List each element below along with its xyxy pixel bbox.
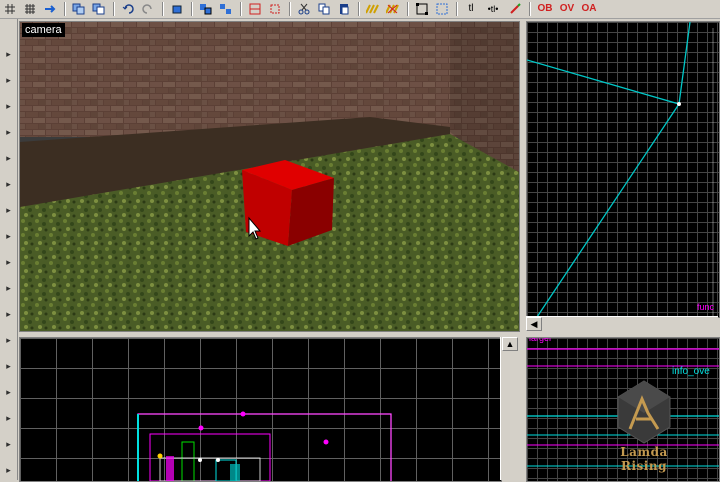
copy2-icon[interactable] <box>316 2 332 16</box>
tool-arrow-icon[interactable]: ▸ <box>3 309 14 320</box>
tl-button[interactable]: tl <box>463 2 479 16</box>
tool-arrow-icon[interactable]: ▸ <box>3 465 14 476</box>
logo-text: Lamda Rising <box>620 445 668 473</box>
paste2-icon[interactable] <box>336 2 352 16</box>
arrow-icon[interactable] <box>42 2 58 16</box>
bottom-left-2d-view[interactable] <box>19 337 502 482</box>
box-select-icon[interactable] <box>414 2 430 16</box>
toolbar-separator <box>289 2 290 16</box>
horizontal-scrollbar[interactable]: ◀ <box>526 316 718 331</box>
camera-viewport[interactable]: camera <box>19 21 520 332</box>
toolbar-separator <box>240 2 241 16</box>
hollow-icon[interactable] <box>385 2 401 16</box>
tool-arrow-icon[interactable]: ▸ <box>3 75 14 86</box>
camera-label: camera <box>22 23 65 37</box>
wireframe-lines <box>527 22 714 317</box>
main-toolbar: tl •tl• OB OV OA <box>0 0 720 19</box>
cut-icon[interactable] <box>296 2 312 16</box>
oa-button[interactable]: OA <box>580 2 598 16</box>
toolbar-separator <box>191 2 192 16</box>
grid-larger-icon[interactable] <box>22 2 38 16</box>
object-icon[interactable] <box>169 2 185 16</box>
tool-arrow-icon[interactable]: ▸ <box>3 439 14 450</box>
vertical-scrollbar[interactable]: ▲ <box>500 337 519 480</box>
paste-icon[interactable] <box>91 2 107 16</box>
tl-switch-button[interactable]: •tl• <box>483 2 503 16</box>
scroll-up-icon[interactable]: ▲ <box>502 337 518 351</box>
tool-arrow-icon[interactable]: ▸ <box>3 335 14 346</box>
lamda-logo-icon <box>617 380 671 444</box>
func-label: func <box>697 302 715 312</box>
texture-icon[interactable] <box>247 2 263 16</box>
copy-icon[interactable] <box>71 2 87 16</box>
tool-arrow-icon[interactable]: ▸ <box>3 153 14 164</box>
toolbar-separator <box>529 2 530 16</box>
tool-arrow-icon[interactable]: ▸ <box>3 127 14 138</box>
toolbar-separator <box>407 2 408 16</box>
tool-arrow-icon[interactable]: ▸ <box>3 387 14 398</box>
scroll-left-icon[interactable]: ◀ <box>526 317 542 331</box>
tool-arrow-icon[interactable]: ▸ <box>3 361 14 372</box>
tool-arrow-icon[interactable]: ▸ <box>3 257 14 268</box>
tool-arrow-icon[interactable]: ▸ <box>3 49 14 60</box>
wireframe-brushes <box>137 411 392 481</box>
tool-arrow-icon[interactable]: ▸ <box>3 101 14 112</box>
tool-arrow-icon[interactable]: ▸ <box>3 283 14 294</box>
tool-arrow-icon[interactable]: ▸ <box>3 179 14 190</box>
grid-icon[interactable] <box>2 2 18 16</box>
tool-arrow-icon[interactable]: ▸ <box>3 205 14 216</box>
group-icon[interactable] <box>198 2 214 16</box>
undo-icon[interactable] <box>120 2 136 16</box>
larger-label: larger <box>529 337 553 343</box>
toolbar-separator <box>113 2 114 16</box>
top-right-2d-view[interactable]: func <box>526 21 720 318</box>
tool-arrow-icon[interactable]: ▸ <box>3 413 14 424</box>
redo-icon[interactable] <box>140 2 156 16</box>
entity-icon[interactable] <box>267 2 283 16</box>
tool-arrow-icon[interactable]: ▸ <box>3 231 14 242</box>
ov-button[interactable]: OV <box>558 2 576 16</box>
camera-scene <box>20 22 519 331</box>
toolbar-separator <box>456 2 457 16</box>
tool-icon[interactable] <box>507 2 523 16</box>
toolbar-separator <box>162 2 163 16</box>
lamda-rising-logo: Lamda Rising <box>596 375 692 473</box>
ob-button[interactable]: OB <box>536 2 554 16</box>
left-tool-strip: ▸ ▸ ▸ ▸ ▸ ▸ ▸ ▸ ▸ ▸ ▸ ▸ ▸ ▸ ▸ ▸ ▸ <box>0 19 18 480</box>
toolbar-separator <box>64 2 65 16</box>
stripes-icon[interactable] <box>365 2 381 16</box>
brick-wall <box>20 22 519 137</box>
select-icon[interactable] <box>434 2 450 16</box>
toolbar-separator <box>358 2 359 16</box>
ungroup-icon[interactable] <box>218 2 234 16</box>
